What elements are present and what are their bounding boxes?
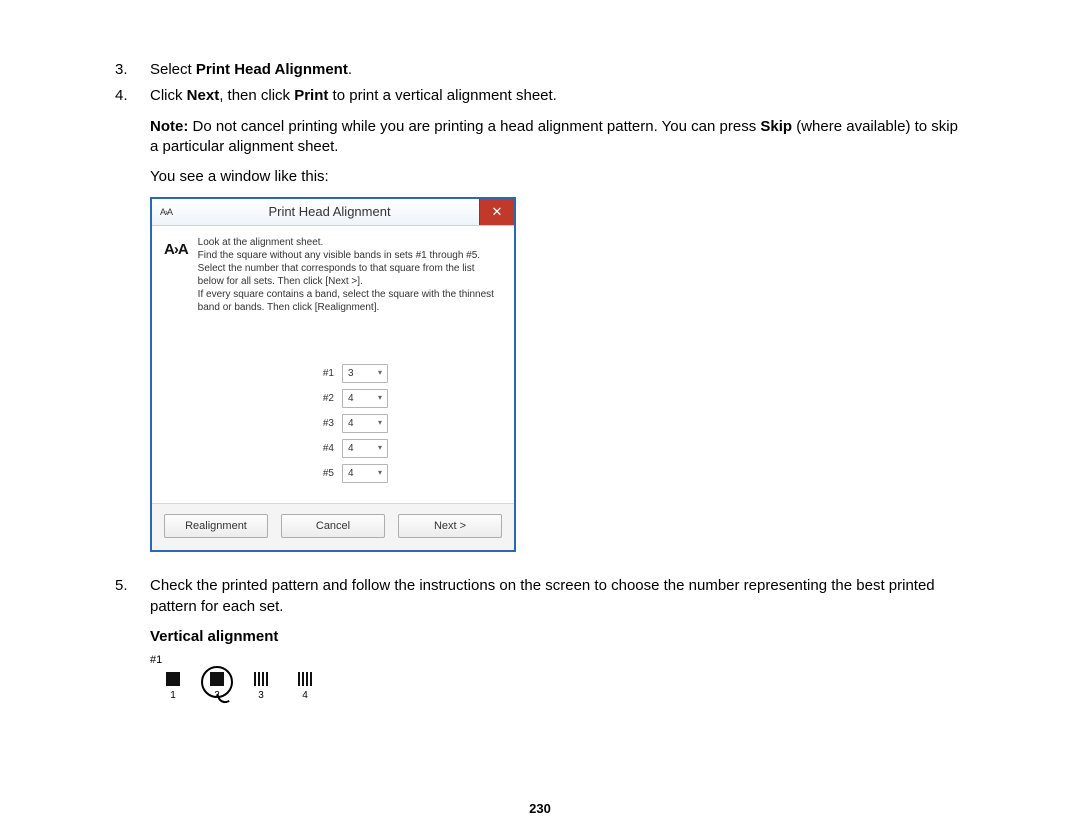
dropdown-row: #4 4▾ bbox=[278, 439, 388, 458]
vertical-alignment-heading: Vertical alignment bbox=[150, 627, 970, 647]
dropdown-row: #5 4▾ bbox=[278, 464, 388, 483]
dialog: A›A Print Head Alignment ✕ A›A Look at t… bbox=[150, 197, 516, 552]
dropdown-label: #5 bbox=[323, 467, 334, 481]
page-number: 230 bbox=[0, 801, 1080, 816]
dropdown-select[interactable]: 4▾ bbox=[342, 414, 388, 433]
step-4-text: Click Next, then click Print to print a … bbox=[150, 87, 557, 104]
pattern-number: 3 bbox=[258, 689, 264, 703]
dropdown-label: #2 bbox=[323, 392, 334, 406]
pattern-cell: 4 bbox=[296, 672, 314, 703]
dropdown-row: #2 4▾ bbox=[278, 389, 388, 408]
dialog-body: A›A Look at the alignment sheet. Find th… bbox=[152, 226, 514, 314]
pattern-cell: 1 bbox=[164, 672, 182, 703]
dialog-buttons: Realignment Cancel Next > bbox=[152, 503, 514, 550]
window-intro: You see a window like this: bbox=[150, 167, 970, 187]
step-3: 3. Select Print Head Alignment. bbox=[110, 60, 970, 80]
close-icon[interactable]: ✕ bbox=[479, 199, 514, 225]
pattern-cell-circled: 2 bbox=[208, 672, 226, 703]
banded-square-icon bbox=[298, 672, 312, 686]
chevron-down-icon: ▾ bbox=[378, 368, 382, 379]
dropdown-label: #4 bbox=[323, 442, 334, 456]
app-icon: A›A bbox=[152, 199, 180, 225]
chevron-down-icon: ▾ bbox=[378, 418, 382, 429]
pattern-set-label: #1 bbox=[150, 653, 970, 668]
step-5: 5. Check the printed pattern and follow … bbox=[110, 576, 970, 702]
dropdown-select[interactable]: 4▾ bbox=[342, 389, 388, 408]
next-button[interactable]: Next > bbox=[398, 514, 502, 538]
cancel-button[interactable]: Cancel bbox=[281, 514, 385, 538]
step-3-text: Select Print Head Alignment. bbox=[150, 61, 352, 78]
dropdown-row: #3 4▾ bbox=[278, 414, 388, 433]
step-5-text: Check the printed pattern and follow the… bbox=[150, 577, 935, 614]
chevron-down-icon: ▾ bbox=[378, 468, 382, 479]
pattern-cell: 3 bbox=[252, 672, 270, 703]
pattern-number: 1 bbox=[170, 689, 176, 703]
dropdown-label: #3 bbox=[323, 417, 334, 431]
dropdown-select[interactable]: 3▾ bbox=[342, 364, 388, 383]
dropdown-select[interactable]: 4▾ bbox=[342, 439, 388, 458]
pattern-diagram: #1 1 2 3 bbox=[150, 653, 970, 702]
dialog-title: Print Head Alignment bbox=[180, 199, 479, 225]
chevron-down-icon: ▾ bbox=[378, 443, 382, 454]
step-number: 4. bbox=[115, 86, 128, 106]
note: Note: Do not cancel printing while you a… bbox=[150, 117, 970, 158]
chevron-down-icon: ▾ bbox=[378, 393, 382, 404]
dialog-instructions: Look at the alignment sheet. Find the sq… bbox=[198, 236, 502, 314]
banded-square-icon bbox=[254, 672, 268, 686]
square-icon bbox=[166, 672, 180, 686]
dropdown-label: #1 bbox=[323, 367, 334, 381]
step-number: 5. bbox=[115, 576, 128, 596]
realignment-button[interactable]: Realignment bbox=[164, 514, 268, 538]
app-logo: A›A bbox=[164, 236, 188, 314]
pattern-number: 4 bbox=[302, 689, 308, 703]
dropdown-list: #1 3▾ #2 4▾ #3 4▾ #4 4▾ bbox=[278, 364, 388, 483]
titlebar: A›A Print Head Alignment ✕ bbox=[152, 199, 514, 226]
dropdown-row: #1 3▾ bbox=[278, 364, 388, 383]
dropdown-select[interactable]: 4▾ bbox=[342, 464, 388, 483]
step-4: 4. Click Next, then click Print to print… bbox=[110, 86, 970, 552]
step-number: 3. bbox=[115, 60, 128, 80]
